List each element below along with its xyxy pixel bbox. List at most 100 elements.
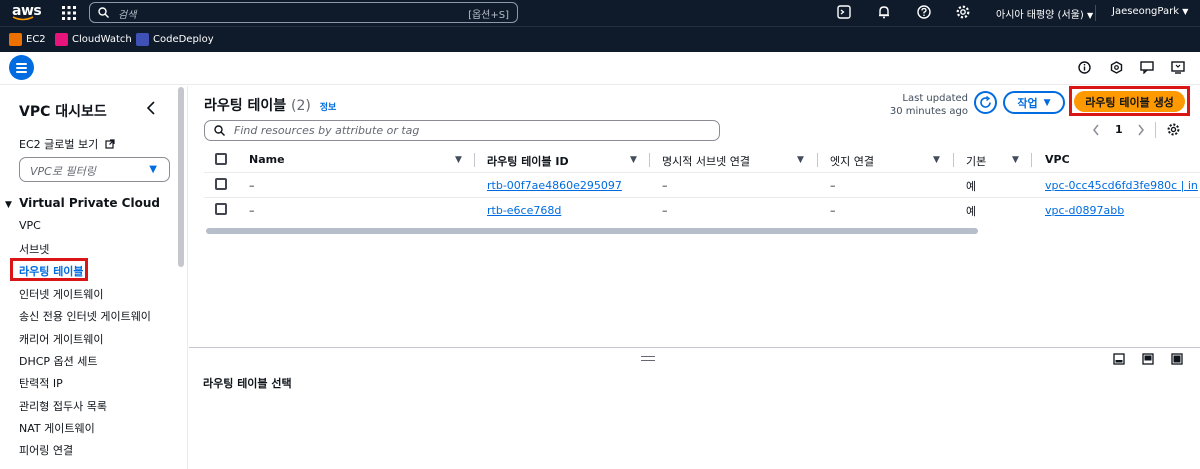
sidebar-item-carrier-gateways[interactable]: 캐리어 게이트웨이 (19, 331, 103, 347)
select-all-checkbox[interactable] (215, 153, 227, 165)
help-icon[interactable] (917, 5, 931, 19)
vpc-filter-placeholder: VPC로 필터링 (30, 165, 96, 178)
sidebar-scrollbar[interactable] (178, 87, 184, 267)
split-panel-maximize-icon[interactable] (1171, 353, 1183, 365)
filter-placeholder: Find resources by attribute or tag (234, 124, 420, 137)
aws-logo-text: aws (12, 3, 42, 19)
vpc-link[interactable]: vpc-d0897abb (1045, 204, 1124, 217)
info-link[interactable]: 정보 (320, 103, 337, 113)
services-grid-icon[interactable] (62, 6, 76, 20)
favorite-codedeploy[interactable]: CodeDeploy (136, 32, 214, 46)
hexagon-settings-icon[interactable] (1110, 61, 1123, 74)
column-header-edge-associations[interactable]: 엣지 연결 (830, 153, 874, 169)
sidebar-title[interactable]: VPC 대시보드 (19, 101, 107, 121)
last-updated: Last updated 30 minutes ago (880, 92, 968, 118)
sort-caret-icon[interactable]: ▼ (1012, 155, 1019, 165)
page-title: 라우팅 테이블 (2) 정보 (204, 95, 336, 115)
section-title: Virtual Private Cloud (19, 196, 160, 210)
column-divider[interactable] (817, 153, 818, 167)
cell-edge-association: – (830, 179, 836, 192)
sort-caret-icon[interactable]: ▼ (455, 155, 462, 165)
nav-divider (1095, 5, 1096, 21)
sidebar-item-internet-gateways[interactable]: 인터넷 게이트웨이 (19, 286, 103, 302)
cell-name: – (249, 179, 255, 192)
previous-page-chevron-icon[interactable] (1092, 124, 1100, 136)
row-checkbox[interactable] (215, 178, 227, 190)
resource-filter-input[interactable]: Find resources by attribute or tag (204, 120, 720, 141)
caret-down-icon: ▼ (5, 200, 12, 210)
sort-caret-icon[interactable]: ▼ (933, 155, 940, 165)
sidebar-item-route-tables[interactable]: 라우팅 테이블 (19, 263, 84, 279)
table-horizontal-scrollbar[interactable] (206, 228, 978, 234)
region-label: 아시아 태평양 (서울) (996, 10, 1084, 21)
split-panel-bottom-icon[interactable] (1113, 353, 1125, 365)
cloudshell-icon[interactable] (837, 5, 851, 19)
column-divider[interactable] (953, 153, 954, 167)
column-header-name[interactable]: Name (249, 153, 285, 166)
pagination-divider (1155, 122, 1156, 138)
search-shortcut: [옵션+S] (468, 10, 509, 21)
row-divider (204, 197, 1200, 198)
split-panel-side-icon[interactable] (1142, 353, 1154, 365)
vpc-filter-select[interactable]: VPC로 필터링 ▼ (19, 157, 170, 182)
actions-dropdown-button[interactable]: 작업 ▼ (1003, 91, 1065, 114)
next-page-chevron-icon[interactable] (1137, 124, 1145, 136)
feedback-icon[interactable] (1140, 61, 1154, 74)
split-panel-drag-handle[interactable] (641, 356, 655, 361)
ec2-service-icon (9, 32, 22, 46)
sidebar-item-dhcp-option-sets[interactable]: DHCP 옵션 세트 (19, 353, 98, 369)
favorite-label: CodeDeploy (153, 33, 214, 45)
account-name: JaeseongPark (1112, 6, 1180, 17)
console-header-bar (0, 52, 1200, 85)
sidebar-item-egress-only-igw[interactable]: 송신 전용 인터넷 게이트웨이 (19, 308, 151, 324)
favorite-cloudwatch[interactable]: CloudWatch (55, 32, 132, 46)
cloudwatch-service-icon (55, 32, 68, 46)
sidebar-item-nat-gateways[interactable]: NAT 게이트웨이 (19, 420, 95, 436)
column-header-route-table-id[interactable]: 라우팅 테이블 ID (487, 153, 569, 169)
region-selector[interactable]: 아시아 태평양 (서울) ▼ (996, 6, 1093, 21)
column-header-main[interactable]: 기본 (966, 153, 986, 169)
favorite-label: EC2 (26, 33, 46, 45)
side-nav-toggle-button[interactable] (9, 55, 34, 80)
caret-down-icon: ▼ (1086, 11, 1094, 20)
refresh-icon (980, 96, 991, 108)
header-divider (204, 172, 1200, 173)
sidebar-item-elastic-ips[interactable]: 탄력적 IP (19, 375, 63, 391)
create-route-table-button[interactable]: 라우팅 테이블 생성 (1074, 91, 1185, 112)
table-preferences-gear-icon[interactable] (1167, 123, 1180, 136)
column-divider[interactable] (649, 153, 650, 167)
sidebar-item-prefix-lists[interactable]: 관리형 접두사 목록 (19, 398, 107, 414)
resource-count: (2) (291, 98, 311, 114)
route-table-id-link[interactable]: rtb-e6ce768d (487, 204, 561, 217)
info-panel-icon[interactable] (1078, 61, 1091, 74)
row-checkbox[interactable] (215, 203, 227, 215)
vpc-link[interactable]: vpc-0cc45cd6fd3fe980c | in (1045, 179, 1200, 192)
sort-caret-icon[interactable]: ▼ (630, 155, 637, 165)
column-header-vpc[interactable]: VPC (1045, 153, 1070, 166)
display-preferences-icon[interactable] (1171, 61, 1185, 74)
split-panel-divider (189, 347, 1200, 348)
sidebar-item-vpc[interactable]: VPC (19, 219, 41, 232)
column-divider[interactable] (474, 153, 475, 167)
settings-gear-icon[interactable] (956, 5, 970, 19)
route-table-id-link[interactable]: rtb-00f7ae4860e295097 (487, 179, 622, 192)
account-menu[interactable]: JaeseongPark ▼ (1112, 6, 1188, 17)
favorite-label: CloudWatch (72, 33, 132, 45)
collapse-sidebar-chevron-left-icon[interactable] (146, 101, 156, 115)
refresh-button[interactable] (974, 91, 997, 114)
notifications-bell-icon[interactable] (877, 5, 891, 19)
sidebar-item-ec2-global-view[interactable]: EC2 글로벌 보기 (19, 136, 115, 152)
column-header-explicit-subnet[interactable]: 명시적 서브넷 연결 (662, 153, 750, 169)
sort-caret-icon[interactable]: ▼ (797, 155, 804, 165)
cell-name: – (249, 204, 255, 217)
favorite-ec2[interactable]: EC2 (9, 32, 46, 46)
codedeploy-service-icon (136, 32, 149, 46)
page-number[interactable]: 1 (1115, 123, 1123, 136)
column-divider[interactable] (1031, 153, 1032, 167)
section-vpc-toggle[interactable]: ▼ Virtual Private Cloud (5, 196, 160, 210)
sidebar-item-subnets[interactable]: 서브넷 (19, 241, 49, 257)
sidebar-item-peering-connections[interactable]: 피어링 연결 (19, 442, 73, 458)
aws-logo[interactable]: aws (12, 3, 42, 21)
last-updated-label: Last updated (902, 93, 968, 104)
search-input[interactable]: 검색 [옵션+S] (89, 2, 518, 23)
